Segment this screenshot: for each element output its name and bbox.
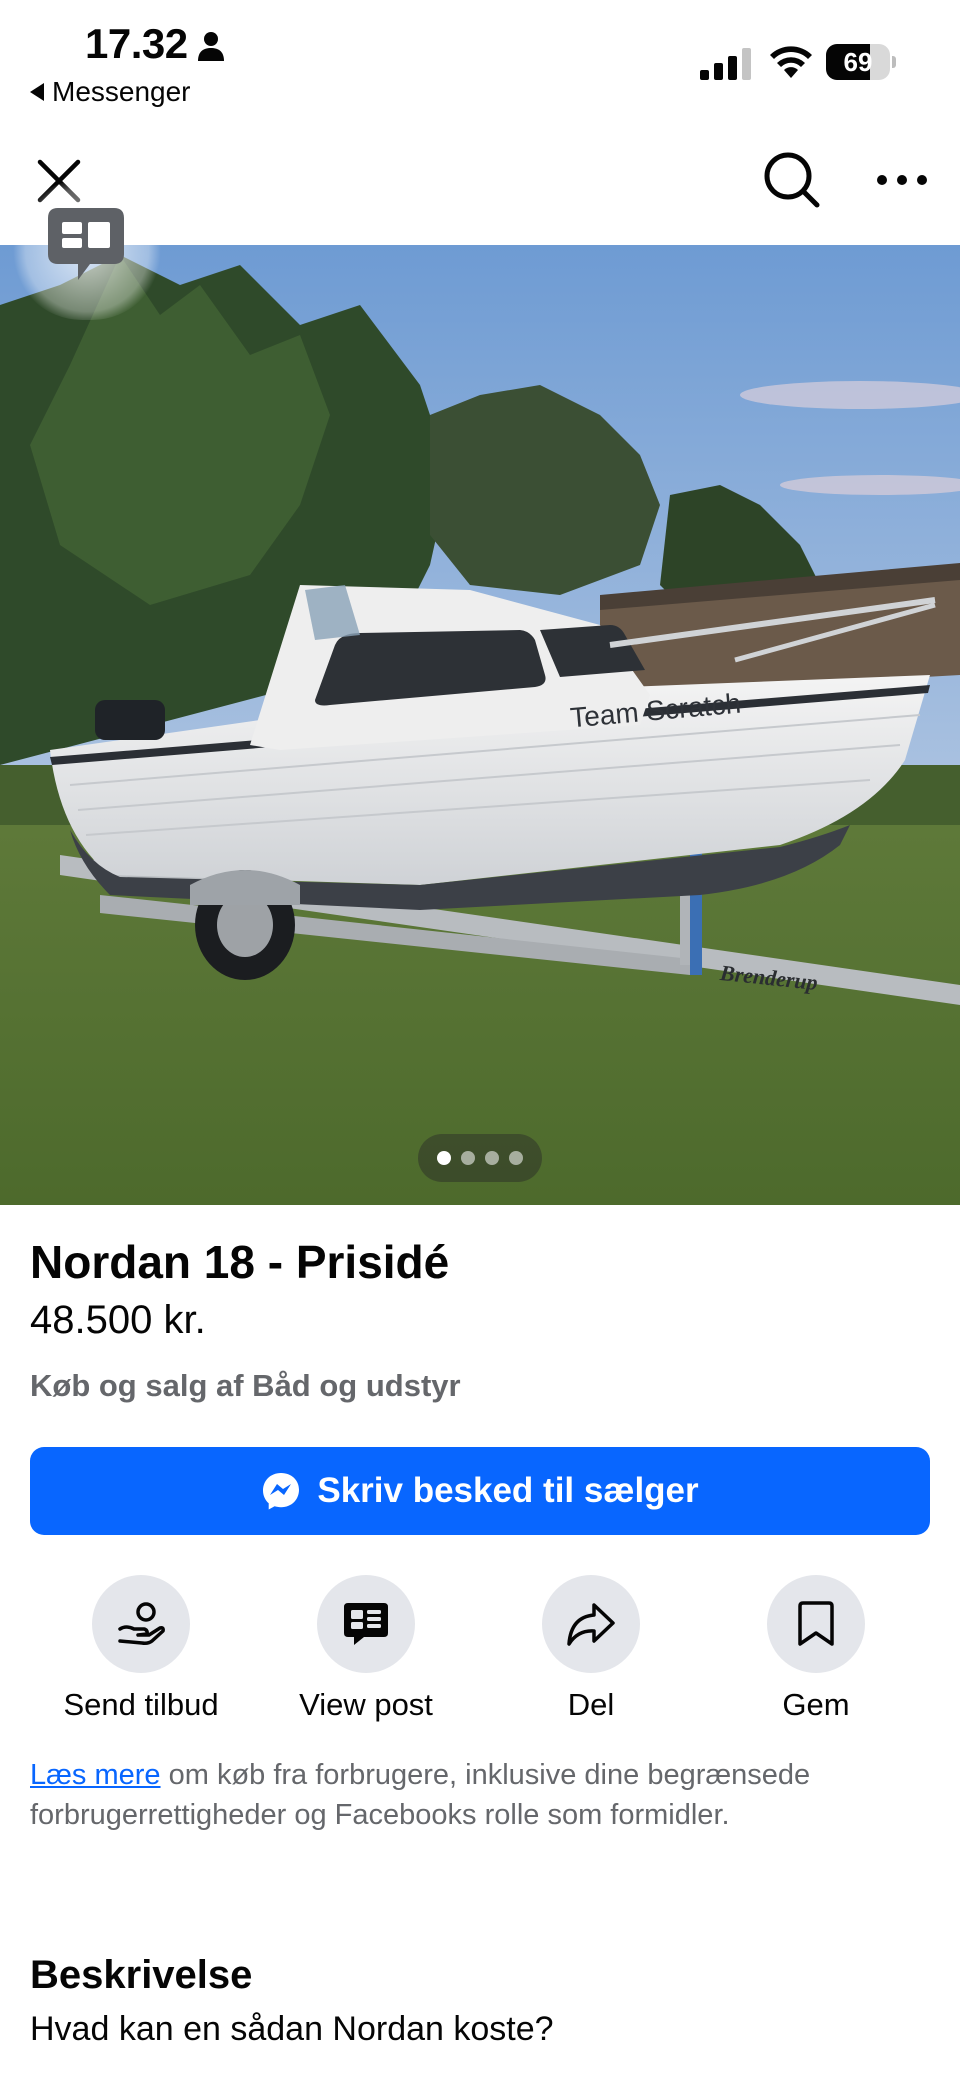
read-more-link[interactable]: Læs mere (30, 1759, 161, 1791)
view-post-label: View post (299, 1687, 433, 1722)
pagination-dot (437, 1151, 451, 1165)
listing-photo[interactable]: Team Scratch Brenderup (0, 245, 960, 1205)
chat-list-icon (48, 208, 124, 280)
battery-body: 69 (826, 44, 890, 80)
share-label: Del (567, 1687, 615, 1722)
description-heading: Beskrivelse (30, 1953, 253, 1997)
status-bar: 17.32 Messenger 69 (0, 0, 960, 120)
listing-price: 48.500 kr. (30, 1298, 206, 1342)
offer-hand-icon (118, 1602, 165, 1645)
back-to-app-link[interactable]: Messenger (30, 76, 191, 108)
pagination-dot (461, 1151, 475, 1165)
battery-tip (892, 56, 896, 68)
save-button[interactable]: Gem (706, 1575, 926, 1723)
message-seller-button[interactable]: Skriv besked til sælger (30, 1447, 930, 1535)
send-offer-label: Send tilbud (63, 1687, 219, 1722)
description-body: Hvad kan en sådan Nordan koste? (30, 2010, 554, 2048)
save-label: Gem (782, 1687, 850, 1722)
floating-chat-bubble[interactable] (12, 180, 162, 320)
boat-photo-illustration (0, 245, 960, 1205)
consumer-rights-notice: Læs mere om køb fra forbrugere, inklusiv… (30, 1755, 930, 1835)
pagination-dot (485, 1151, 499, 1165)
battery-level-text: 69 (843, 47, 873, 77)
share-icon (567, 1603, 615, 1646)
save-circle (767, 1575, 865, 1673)
person-icon (198, 32, 224, 61)
listing-category[interactable]: Køb og salg af Båd og udstyr (30, 1368, 461, 1404)
cellular-signal-icon (700, 48, 751, 80)
send-offer-circle (92, 1575, 190, 1673)
back-app-label: Messenger (52, 76, 191, 107)
view-post-circle (317, 1575, 415, 1673)
status-time: 17.32 (85, 20, 188, 67)
share-circle (542, 1575, 640, 1673)
send-offer-button[interactable]: Send tilbud (31, 1575, 251, 1723)
messenger-icon (263, 1473, 300, 1510)
action-row: Send tilbud View post Del Gem (0, 1575, 960, 1725)
battery-icon: 69 (826, 44, 896, 80)
listing-title: Nordan 18 - Prisidé (30, 1236, 450, 1288)
wifi-icon (770, 46, 812, 78)
back-triangle-icon (30, 83, 44, 101)
post-icon (344, 1603, 388, 1645)
message-seller-label: Skriv besked til sælger (317, 1471, 699, 1510)
view-post-button[interactable]: View post (256, 1575, 476, 1723)
more-options-icon[interactable] (872, 160, 932, 200)
share-button[interactable]: Del (481, 1575, 701, 1723)
search-icon[interactable] (762, 150, 822, 210)
photo-pagination (418, 1134, 542, 1182)
bookmark-icon (798, 1601, 834, 1646)
pagination-dot (509, 1151, 523, 1165)
